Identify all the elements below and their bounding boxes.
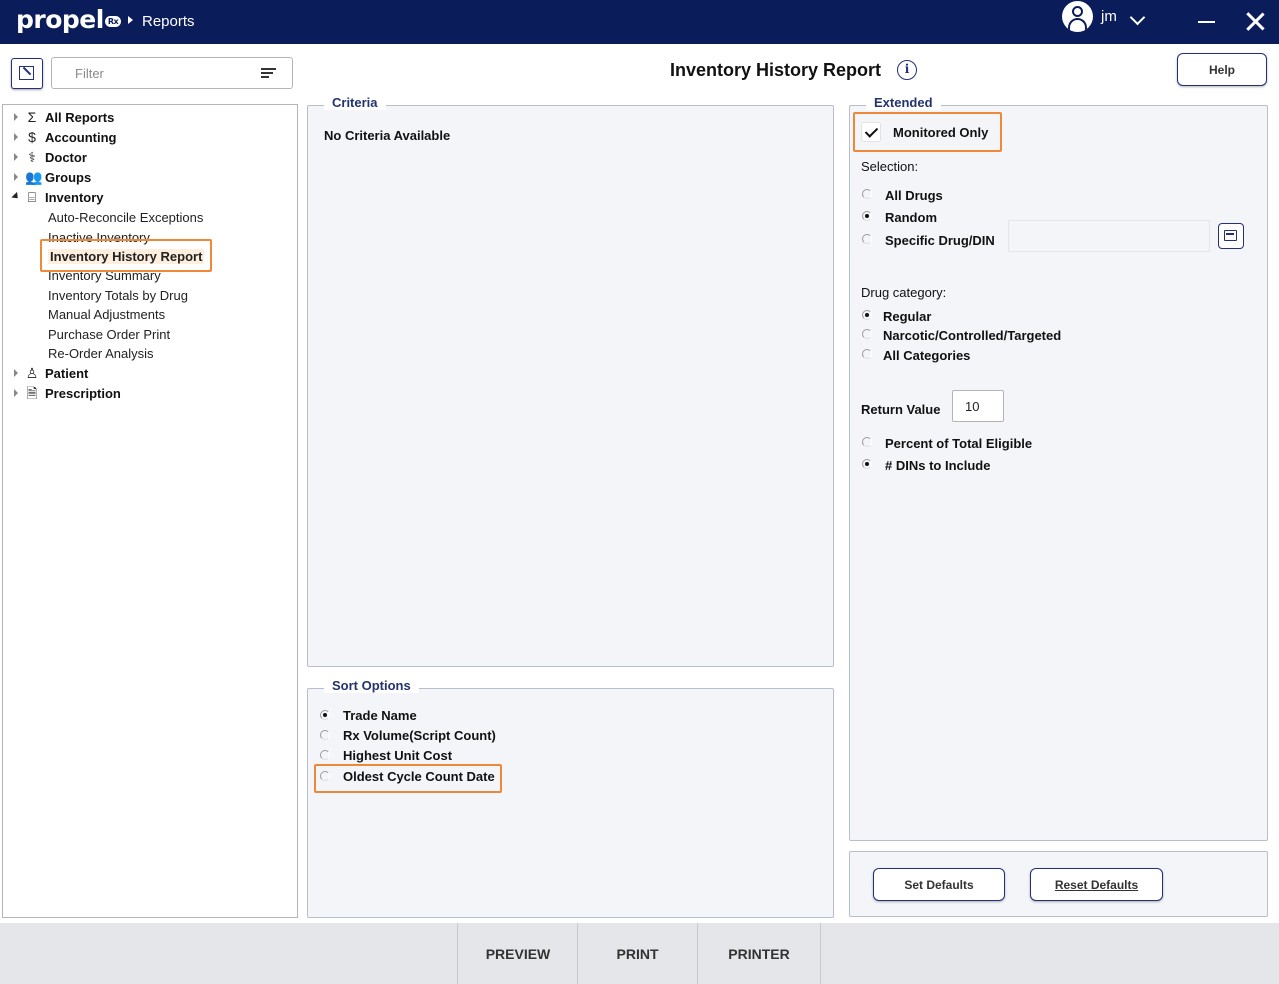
specific-drug-input[interactable]: [1008, 220, 1210, 252]
expand-icon[interactable]: [14, 173, 18, 181]
tree-item-manual-adjustments[interactable]: Manual Adjustments: [48, 307, 165, 322]
extended-group: Extended Monitored Only Selection: All D…: [849, 95, 1268, 841]
tree-item-auto-reconcile[interactable]: Auto-Reconcile Exceptions: [48, 210, 203, 225]
info-icon[interactable]: i: [897, 60, 917, 80]
category-radio-all[interactable]: [862, 349, 872, 359]
tree-item-patient[interactable]: Patient: [45, 366, 88, 381]
selection-radio-specific-drug[interactable]: [862, 234, 872, 244]
return-value-input[interactable]: 10: [952, 390, 1004, 422]
page-title: Inventory History Report: [670, 60, 882, 80]
printer-button[interactable]: PRINTER: [697, 923, 821, 984]
help-button[interactable]: Help: [1177, 53, 1267, 86]
title-bar: propel Rx Reports jm: [0, 0, 1279, 44]
stethoscope-icon: ⚕: [28, 149, 36, 165]
drug-lookup-button[interactable]: [1218, 223, 1244, 249]
report-tree: Σ All Reports $ Accounting ⚕ Doctor 👥 Gr…: [2, 104, 298, 918]
return-radio-percent[interactable]: [862, 437, 872, 447]
sort-radio-rx-volume[interactable]: [320, 730, 330, 740]
filter-lines-icon[interactable]: [261, 68, 276, 79]
reset-defaults-button[interactable]: Reset Defaults: [1030, 868, 1163, 901]
filter-box: [51, 57, 293, 89]
sort-radio-trade-name[interactable]: [320, 710, 330, 720]
expand-icon[interactable]: [14, 389, 18, 397]
expand-icon[interactable]: [14, 133, 18, 141]
users-icon: 👥: [25, 169, 43, 185]
expand-icon[interactable]: [14, 113, 18, 121]
defaults-group: Set Defaults Reset Defaults: [849, 851, 1268, 917]
no-criteria-message: No Criteria Available: [324, 128, 451, 143]
category-label-narcotic[interactable]: Narcotic/Controlled/Targeted: [883, 328, 1061, 343]
tree-item-inventory-totals[interactable]: Inventory Totals by Drug: [48, 288, 188, 303]
selection-label: Selection:: [861, 159, 919, 174]
calendar-icon: [1224, 230, 1237, 241]
tree-item-reorder-analysis[interactable]: Re-Order Analysis: [48, 346, 153, 361]
sort-label-rx-volume[interactable]: Rx Volume(Script Count): [343, 728, 496, 743]
selection-label-random[interactable]: Random: [885, 210, 937, 225]
extended-legend: Extended: [866, 95, 941, 110]
sort-option-highlight: [314, 764, 502, 793]
criteria-group: Criteria No Criteria Available: [307, 95, 834, 667]
criteria-legend: Criteria: [324, 95, 386, 110]
return-label-percent[interactable]: Percent of Total Eligible: [885, 436, 1032, 451]
selection-radio-random[interactable]: [862, 211, 872, 221]
return-label-dins[interactable]: # DINs to Include: [885, 458, 990, 473]
set-defaults-button[interactable]: Set Defaults: [873, 868, 1005, 901]
filter-input[interactable]: [53, 59, 253, 87]
sort-options-legend: Sort Options: [324, 678, 419, 693]
tree-item-prescription[interactable]: Prescription: [45, 386, 121, 401]
sort-radio-highest-unit-cost[interactable]: [320, 750, 330, 760]
dollar-icon: $: [28, 129, 36, 145]
category-radio-regular[interactable]: [862, 310, 872, 320]
drug-category-label: Drug category:: [861, 285, 947, 300]
tree-item-accounting[interactable]: Accounting: [45, 130, 117, 145]
tree-item-purchase-order-print[interactable]: Purchase Order Print: [48, 327, 170, 342]
monitored-only-highlight: [853, 112, 1002, 152]
tree-item-inventory[interactable]: Inventory: [45, 190, 104, 205]
propel-logo: propel Rx: [16, 5, 122, 34]
bottom-action-bar: PREVIEW PRINT PRINTER: [0, 923, 1279, 984]
user-avatar-icon[interactable]: [1062, 1, 1093, 32]
selection-highlight: [40, 239, 212, 272]
user-icon: ♙: [25, 365, 39, 381]
collapse-icon[interactable]: [11, 191, 21, 202]
document-icon: 🗎: [26, 385, 38, 401]
expand-icon[interactable]: [14, 369, 18, 377]
minimize-icon[interactable]: [1198, 21, 1215, 23]
selection-radio-all-drugs[interactable]: [862, 189, 872, 199]
return-value-label: Return Value: [861, 402, 941, 417]
preview-button[interactable]: PREVIEW: [457, 923, 578, 984]
print-button[interactable]: PRINT: [577, 923, 697, 984]
category-radio-narcotic[interactable]: [862, 329, 872, 339]
selection-label-all-drugs[interactable]: All Drugs: [885, 188, 943, 203]
navigate-back-button[interactable]: [11, 58, 43, 89]
tree-item-all-reports[interactable]: All Reports: [45, 110, 114, 125]
breadcrumb-reports[interactable]: Reports: [142, 13, 195, 30]
chevron-down-icon[interactable]: [1129, 9, 1146, 26]
close-icon[interactable]: [1246, 12, 1265, 31]
expand-icon[interactable]: [14, 153, 18, 161]
sort-label-trade-name[interactable]: Trade Name: [343, 708, 417, 723]
return-radio-dins[interactable]: [862, 459, 872, 469]
pill-bottle-icon: ⌸: [27, 189, 37, 205]
sort-options-group: Sort Options Trade Name Rx Volume(Script…: [307, 678, 834, 918]
sigma-icon: Σ: [27, 109, 37, 125]
sort-label-highest-unit-cost[interactable]: Highest Unit Cost: [343, 748, 452, 763]
tree-item-doctor[interactable]: Doctor: [45, 150, 87, 165]
category-label-regular[interactable]: Regular: [883, 309, 931, 324]
tree-item-groups[interactable]: Groups: [45, 170, 91, 185]
category-label-all[interactable]: All Categories: [883, 348, 970, 363]
selection-label-specific-drug[interactable]: Specific Drug/DIN: [885, 233, 995, 248]
user-name[interactable]: jm: [1101, 8, 1117, 25]
breadcrumb-arrow-icon: [128, 16, 133, 24]
